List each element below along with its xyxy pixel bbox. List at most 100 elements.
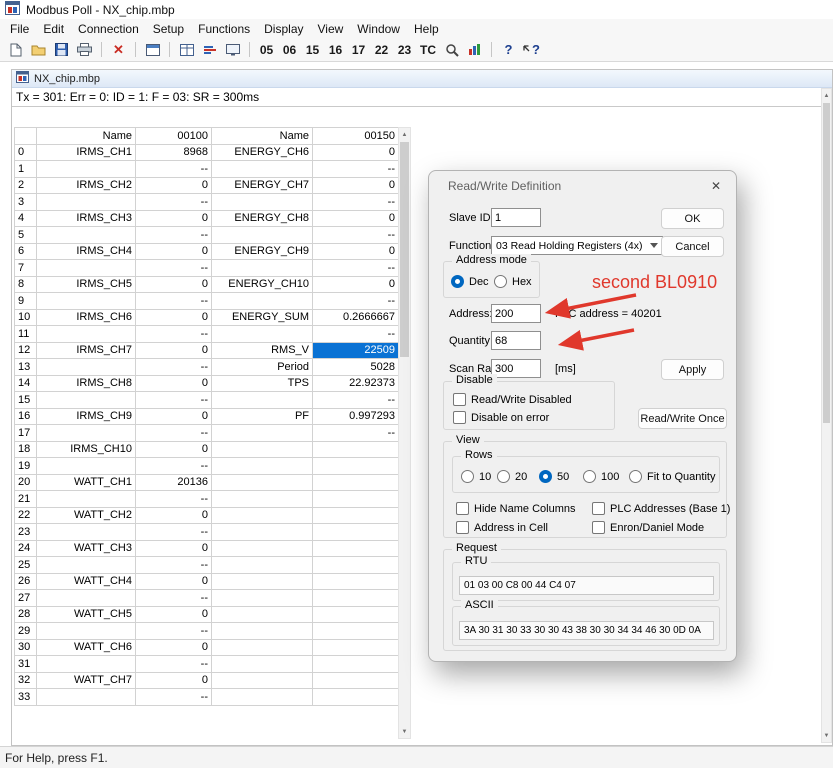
name-cell[interactable] bbox=[212, 557, 313, 574]
hide-name-columns-checkbox[interactable]: Hide Name Columns bbox=[456, 502, 575, 515]
value-cell[interactable]: 0 bbox=[136, 276, 212, 293]
value-cell[interactable]: -- bbox=[136, 425, 212, 442]
value-cell[interactable]: -- bbox=[313, 392, 399, 409]
menu-display[interactable]: Display bbox=[257, 20, 310, 38]
zoom-icon[interactable] bbox=[441, 40, 462, 60]
slave-id-input[interactable] bbox=[491, 208, 541, 227]
name-cell[interactable]: WATT_CH7 bbox=[37, 672, 136, 689]
name-cell[interactable]: ENERGY_SUM bbox=[212, 309, 313, 326]
value-cell[interactable] bbox=[313, 507, 399, 524]
window-scrollbar[interactable]: ▲ ▼ bbox=[821, 88, 832, 743]
value-cell[interactable]: -- bbox=[313, 227, 399, 244]
grid-scrollbar[interactable]: ▲ ▼ bbox=[398, 127, 411, 739]
value-cell[interactable]: 0.997293 bbox=[313, 408, 399, 425]
menu-window[interactable]: Window bbox=[350, 20, 407, 38]
close-icon[interactable]: ✕ bbox=[706, 176, 726, 196]
apply-button[interactable]: Apply bbox=[661, 359, 724, 380]
value-cell[interactable]: -- bbox=[136, 689, 212, 706]
function-select[interactable]: 03 Read Holding Registers (4x) bbox=[491, 236, 663, 255]
name-cell[interactable] bbox=[37, 359, 136, 376]
value-cell[interactable]: -- bbox=[136, 392, 212, 409]
function-17-button[interactable]: 17 bbox=[348, 40, 369, 60]
name-cell[interactable]: RMS_V bbox=[212, 342, 313, 359]
name-cell[interactable] bbox=[212, 672, 313, 689]
value-cell[interactable]: 0 bbox=[136, 672, 212, 689]
name-cell[interactable] bbox=[212, 540, 313, 557]
value-cell[interactable] bbox=[313, 557, 399, 574]
value-cell[interactable] bbox=[313, 656, 399, 673]
name-cell[interactable]: IRMS_CH5 bbox=[37, 276, 136, 293]
name-cell[interactable]: ENERGY_CH10 bbox=[212, 276, 313, 293]
scroll-down-icon[interactable]: ▼ bbox=[822, 729, 831, 742]
value-cell[interactable]: -- bbox=[136, 326, 212, 343]
radio-dec[interactable]: Dec bbox=[451, 275, 489, 288]
name-cell[interactable] bbox=[37, 425, 136, 442]
name-cell[interactable]: IRMS_CH1 bbox=[37, 144, 136, 161]
value-cell[interactable] bbox=[313, 689, 399, 706]
name-cell[interactable] bbox=[212, 441, 313, 458]
value-cell[interactable]: -- bbox=[136, 491, 212, 508]
name-cell[interactable]: TPS bbox=[212, 375, 313, 392]
value-cell[interactable] bbox=[313, 540, 399, 557]
name-cell[interactable] bbox=[37, 623, 136, 640]
name-cell[interactable] bbox=[212, 161, 313, 178]
name-cell[interactable] bbox=[37, 161, 136, 178]
connection-setup-icon[interactable] bbox=[142, 40, 163, 60]
name-cell[interactable] bbox=[37, 590, 136, 607]
value-cell[interactable]: -- bbox=[136, 293, 212, 310]
name-cell[interactable] bbox=[37, 194, 136, 211]
scan-rate-input[interactable] bbox=[491, 359, 541, 378]
name-cell[interactable] bbox=[212, 491, 313, 508]
value-cell[interactable]: -- bbox=[313, 161, 399, 178]
value-cell[interactable]: 0 bbox=[136, 441, 212, 458]
value-cell[interactable] bbox=[313, 639, 399, 656]
value-cell[interactable]: -- bbox=[136, 524, 212, 541]
name-cell[interactable] bbox=[212, 326, 313, 343]
print-icon[interactable] bbox=[74, 40, 95, 60]
menu-connection[interactable]: Connection bbox=[71, 20, 146, 38]
value-cell[interactable]: -- bbox=[136, 227, 212, 244]
scroll-down-icon[interactable]: ▼ bbox=[399, 725, 410, 738]
value-cell[interactable] bbox=[313, 491, 399, 508]
cancel-button[interactable]: Cancel bbox=[661, 236, 724, 257]
value-cell[interactable]: -- bbox=[136, 623, 212, 640]
menu-edit[interactable]: Edit bbox=[36, 20, 71, 38]
value-cell[interactable]: 0 bbox=[136, 540, 212, 557]
test-center-button[interactable]: TC bbox=[417, 40, 439, 60]
name-cell[interactable]: WATT_CH5 bbox=[37, 606, 136, 623]
name-cell[interactable]: PF bbox=[212, 408, 313, 425]
value-cell[interactable] bbox=[313, 441, 399, 458]
value-cell[interactable]: -- bbox=[136, 590, 212, 607]
radio-rows-10[interactable]: 10 bbox=[461, 470, 491, 483]
name-cell[interactable]: IRMS_CH4 bbox=[37, 243, 136, 260]
value-cell[interactable]: 20136 bbox=[136, 474, 212, 491]
value-cell[interactable] bbox=[313, 474, 399, 491]
value-cell[interactable]: -- bbox=[136, 161, 212, 178]
value-cell[interactable]: 0 bbox=[313, 276, 399, 293]
name-cell[interactable]: IRMS_CH7 bbox=[37, 342, 136, 359]
value-cell[interactable]: 22.92373 bbox=[313, 375, 399, 392]
name-cell[interactable] bbox=[37, 227, 136, 244]
name-cell[interactable]: IRMS_CH9 bbox=[37, 408, 136, 425]
menu-functions[interactable]: Functions bbox=[191, 20, 257, 38]
name-cell[interactable] bbox=[212, 194, 313, 211]
name-cell[interactable] bbox=[37, 524, 136, 541]
name-cell[interactable]: IRMS_CH10 bbox=[37, 441, 136, 458]
context-help-icon[interactable]: ? bbox=[521, 40, 542, 60]
name-cell[interactable] bbox=[212, 639, 313, 656]
function-16-button[interactable]: 16 bbox=[325, 40, 346, 60]
name-cell[interactable] bbox=[37, 326, 136, 343]
name-cell[interactable] bbox=[212, 260, 313, 277]
value-cell[interactable]: 0 bbox=[136, 243, 212, 260]
value-cell[interactable]: -- bbox=[136, 557, 212, 574]
name-cell[interactable] bbox=[212, 458, 313, 475]
value-cell[interactable]: 0 bbox=[313, 243, 399, 260]
name-cell[interactable] bbox=[212, 606, 313, 623]
read-write-disabled-checkbox[interactable]: Read/Write Disabled bbox=[453, 393, 572, 406]
name-cell[interactable] bbox=[37, 689, 136, 706]
value-cell[interactable]: 8968 bbox=[136, 144, 212, 161]
quantity-input[interactable] bbox=[491, 331, 541, 350]
value-cell[interactable]: 0 bbox=[313, 144, 399, 161]
name-cell[interactable] bbox=[212, 507, 313, 524]
name-cell[interactable]: WATT_CH1 bbox=[37, 474, 136, 491]
